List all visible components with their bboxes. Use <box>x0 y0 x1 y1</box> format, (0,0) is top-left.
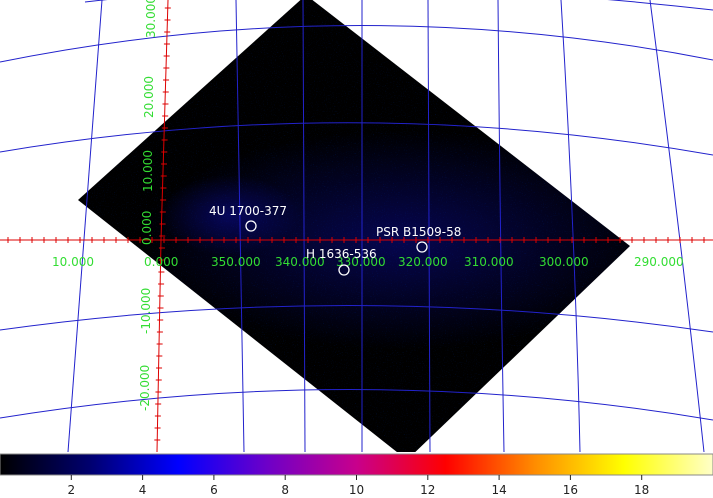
colorbar: 2 4 6 8 10 12 14 16 18 <box>0 452 713 498</box>
colorbar-tick-label: 2 <box>67 483 75 497</box>
source-label: H 1636-536 <box>306 247 377 261</box>
lat-label: -20.000 <box>138 365 152 411</box>
source-label: PSR B1509-58 <box>376 225 461 239</box>
lon-label: 10.000 <box>52 255 94 269</box>
lon-label: 300.000 <box>539 255 589 269</box>
colorbar-tick-label: 12 <box>420 483 435 497</box>
colorbar-tick-label: 18 <box>634 483 649 497</box>
colorbar-gradient <box>0 453 713 476</box>
source-label: 4U 1700-377 <box>209 204 287 218</box>
lat-label: 30.000 <box>144 0 158 38</box>
colorbar-tick-label: 6 <box>210 483 218 497</box>
colorbar-tick-label: 8 <box>281 483 289 497</box>
lat-label: -10.000 <box>139 288 153 334</box>
sky-image-panel: 10.000 0.000 350.000 340.000 330.000 320… <box>0 0 713 452</box>
lon-label: 290.000 <box>634 255 684 269</box>
lat-label: 10.000 <box>141 150 155 192</box>
colorbar-tick-label: 16 <box>563 483 578 497</box>
lon-label: 310.000 <box>464 255 514 269</box>
colorbar-tick-label: 10 <box>349 483 364 497</box>
lon-label: 0.000 <box>144 255 178 269</box>
lon-label: 350.000 <box>211 255 261 269</box>
lon-label: 320.000 <box>398 255 448 269</box>
colorbar-tick-label: 14 <box>491 483 506 497</box>
lat-label: 20.000 <box>142 76 156 118</box>
lat-label: 0.000 <box>140 211 154 245</box>
colorbar-tick-label: 4 <box>139 483 147 497</box>
